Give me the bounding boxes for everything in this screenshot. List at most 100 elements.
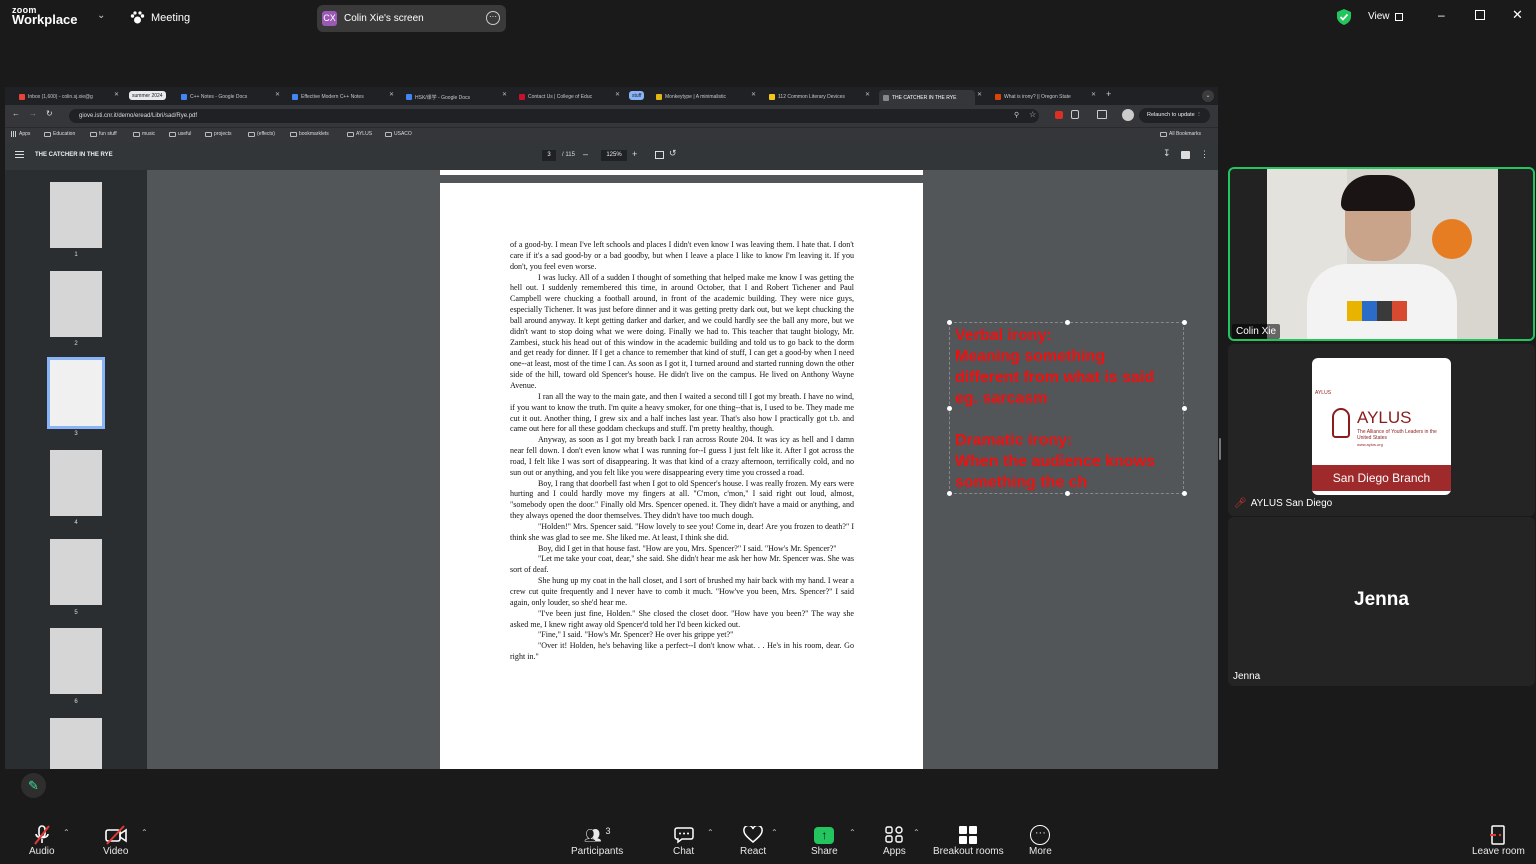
profile-avatar[interactable] <box>1122 109 1134 121</box>
annotation-textbox[interactable]: Verbal irony: Meaning something differen… <box>947 320 1187 496</box>
browser-tab[interactable]: Effective Modern C++ Notes <box>292 90 382 104</box>
close-icon[interactable]: ✕ <box>977 91 982 98</box>
browser-tab[interactable]: 112 Common Literary Devices <box>769 90 861 104</box>
bookmark-folder[interactable]: useful <box>169 131 191 137</box>
back-icon[interactable]: ← <box>12 109 20 118</box>
zoom-in-icon[interactable]: + <box>632 149 637 159</box>
all-bookmarks[interactable]: All Bookmarks <box>1160 131 1201 137</box>
bookmark-folder[interactable]: music <box>133 131 155 137</box>
menu-icon[interactable] <box>15 151 24 158</box>
participant-tile-jenna[interactable]: Jenna Jenna <box>1228 517 1535 686</box>
browser-tab[interactable]: HSK/课学 - Google Docs <box>406 90 496 104</box>
view-label: View <box>1368 11 1390 22</box>
browser-tab-active[interactable]: THE CATCHER IN THE RYE <box>879 90 975 105</box>
relaunch-button[interactable]: Relaunch to update ⋮ <box>1139 108 1210 123</box>
minimize-icon[interactable]: – <box>1438 8 1445 22</box>
download-icon[interactable]: ↧ <box>1163 148 1171 159</box>
chat-button[interactable]: Chat <box>673 824 694 857</box>
bookmark-folder[interactable]: fun stuff <box>90 131 117 137</box>
bookmark-folder[interactable]: AYLUS <box>347 131 372 137</box>
close-icon[interactable]: ✕ <box>751 91 756 98</box>
zoom-lens-icon[interactable]: ⚲ <box>1014 109 1019 123</box>
resize-handle[interactable] <box>947 491 952 496</box>
splitter-handle[interactable] <box>1219 438 1221 460</box>
page-number-input[interactable]: 3 <box>542 150 556 161</box>
leave-room-button[interactable]: Leave room <box>1472 824 1525 857</box>
share-options-caret[interactable]: ⌃ <box>849 828 856 837</box>
chevron-down-icon[interactable]: ⌄ <box>97 10 105 21</box>
close-icon[interactable]: ✕ <box>1512 7 1523 23</box>
restore-icon[interactable] <box>1475 10 1485 20</box>
tab-group-stuff[interactable]: stuff <box>629 91 645 100</box>
chat-options-caret[interactable]: ⌃ <box>707 828 714 837</box>
close-icon[interactable]: ✕ <box>275 91 280 98</box>
video-options-caret[interactable]: ⌃ <box>141 828 148 837</box>
extension-icon[interactable] <box>1055 111 1063 119</box>
share-button[interactable]: ↑ Share <box>811 824 838 857</box>
rotate-icon[interactable]: ↺ <box>669 148 677 159</box>
resize-handle[interactable] <box>947 406 952 411</box>
annotation-text[interactable]: Verbal irony: Meaning something differen… <box>955 325 1155 493</box>
browser-tab[interactable]: Contact Us | College of Educ <box>519 90 611 104</box>
browser-tab[interactable]: What is irony? || Oregon State <box>995 90 1087 104</box>
close-icon[interactable]: ✕ <box>389 91 394 98</box>
more-vert-icon[interactable]: ⋮ <box>1200 149 1209 160</box>
more-button[interactable]: ··· More <box>1029 824 1052 857</box>
close-icon[interactable]: ✕ <box>502 91 507 98</box>
share-indicator[interactable]: CX Colin Xie's screen ··· <box>317 5 506 32</box>
apps-options-caret[interactable]: ⌃ <box>913 828 920 837</box>
page-thumbnail[interactable] <box>50 628 102 694</box>
audio-button[interactable]: Audio <box>29 824 55 857</box>
resize-handle[interactable] <box>1182 406 1187 411</box>
close-icon[interactable]: ✕ <box>865 91 870 98</box>
audio-options-caret[interactable]: ⌃ <box>63 828 70 837</box>
bookmark-apps[interactable]: Apps <box>11 131 30 137</box>
page-thumbnail-selected[interactable] <box>47 357 105 429</box>
page-thumbnail[interactable] <box>50 271 102 337</box>
resize-handle[interactable] <box>947 320 952 325</box>
browser-tab[interactable]: Monkeytype | A minimalistic <box>656 90 746 104</box>
bookmark-folder[interactable]: (effects) <box>248 131 275 137</box>
breakout-rooms-button[interactable]: Breakout rooms <box>933 824 1004 857</box>
meeting-menu[interactable]: Meeting <box>130 11 190 24</box>
page-thumbnail[interactable] <box>50 718 102 769</box>
close-icon[interactable]: ✕ <box>114 91 119 98</box>
bookmark-folder[interactable]: Education <box>44 131 75 137</box>
print-icon[interactable] <box>1181 151 1190 159</box>
apps-button[interactable]: Apps <box>883 824 906 857</box>
bookmark-folder[interactable]: bookmarklets <box>290 131 329 137</box>
fit-page-icon[interactable] <box>655 151 664 159</box>
forward-icon[interactable]: → <box>29 109 37 118</box>
video-button[interactable]: Video <box>103 824 128 857</box>
annotate-button[interactable]: ✎ <box>21 773 46 798</box>
zoom-input[interactable]: 125% <box>601 150 627 161</box>
resize-handle[interactable] <box>1182 491 1187 496</box>
participant-tile-aylus[interactable]: AYLUS AYLUS The Alliance of Youth Leader… <box>1228 344 1535 516</box>
extensions-puzzle-icon[interactable] <box>1071 110 1079 119</box>
zoom-out-icon[interactable]: – <box>583 149 588 159</box>
tab-group-summer[interactable]: summer 2024 <box>129 91 166 100</box>
bookmark-folder[interactable]: USACO <box>385 131 412 137</box>
bookmark-folder[interactable]: projects <box>205 131 232 137</box>
reload-icon[interactable]: ↻ <box>46 109 53 118</box>
tab-search-icon[interactable]: ⌄ <box>1202 90 1214 102</box>
browser-tab[interactable]: Inbox (1,600) - colin.sj.xie@g <box>19 90 125 104</box>
close-icon[interactable]: ✕ <box>1091 91 1096 98</box>
view-button[interactable]: View <box>1368 11 1403 22</box>
page-thumbnail[interactable] <box>50 450 102 516</box>
browser-tab[interactable]: C++ Notes - Google Docs <box>181 90 267 104</box>
more-options-icon[interactable]: ··· <box>486 11 500 25</box>
page-thumbnail[interactable] <box>50 182 102 248</box>
url-field[interactable]: giove.isti.cnr.it/demo/eread/Libri/sad/R… <box>69 109 1039 123</box>
react-options-caret[interactable]: ⌃ <box>771 828 778 837</box>
side-panel-icon[interactable] <box>1097 110 1107 119</box>
react-button[interactable]: React <box>740 824 766 857</box>
orange-object <box>1432 219 1472 259</box>
new-tab-icon[interactable]: + <box>1106 89 1111 99</box>
resize-handle[interactable] <box>1182 320 1187 325</box>
star-icon[interactable]: ☆ <box>1029 108 1036 122</box>
close-icon[interactable]: ✕ <box>615 91 620 98</box>
page-thumbnail[interactable] <box>50 539 102 605</box>
participants-button[interactable]: 👥︎ 3 Participants <box>571 824 623 857</box>
participant-tile-colin[interactable]: Colin Xie <box>1228 167 1535 341</box>
